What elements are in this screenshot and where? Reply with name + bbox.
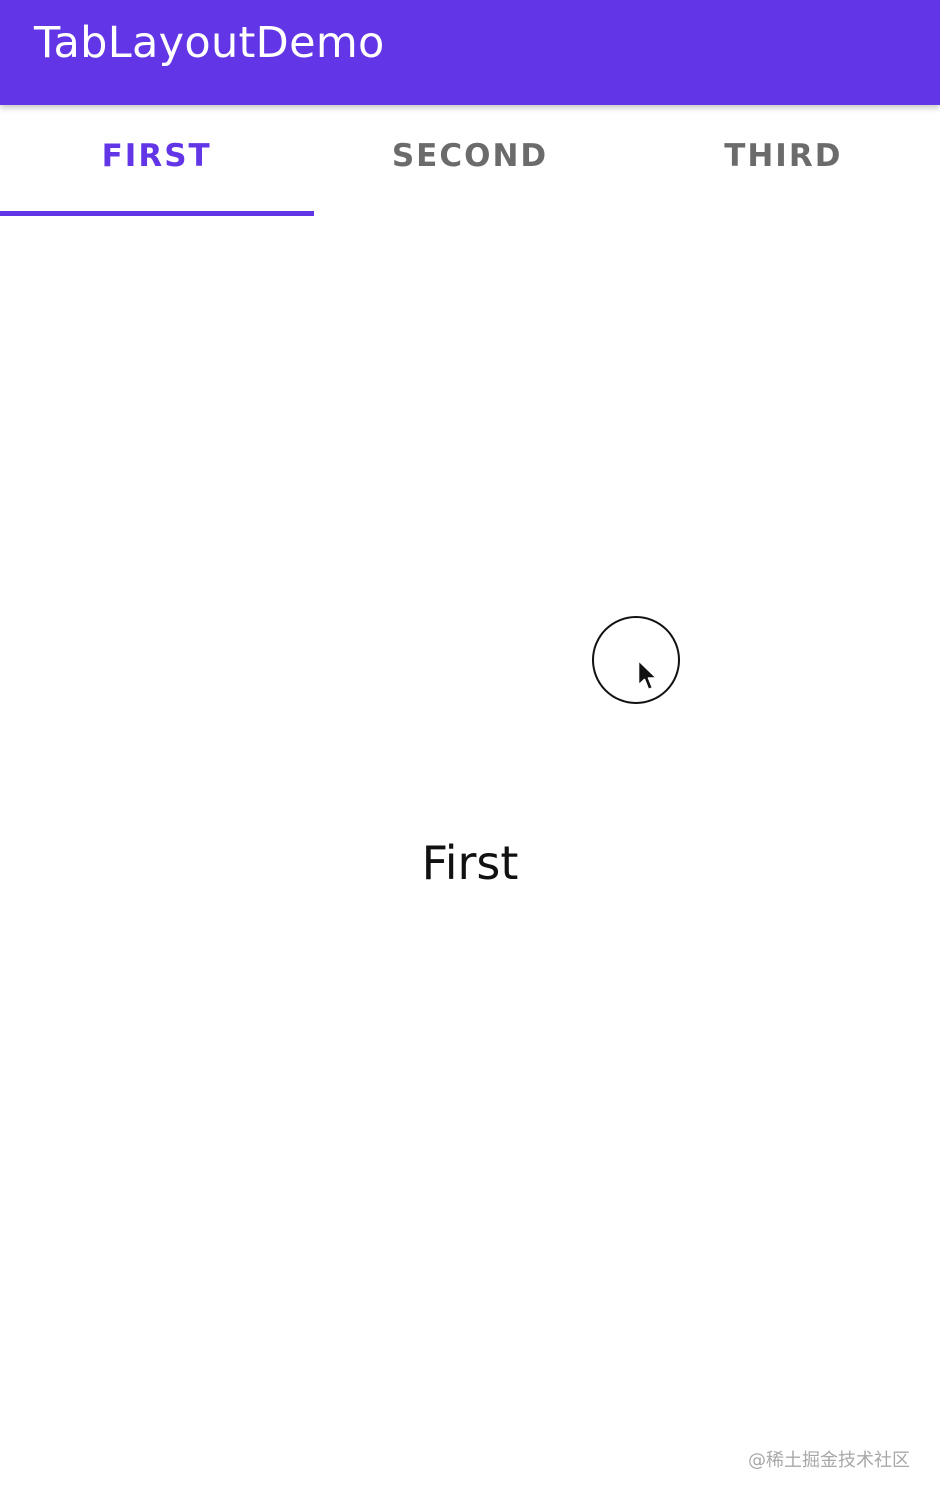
tab-first[interactable]: FIRST <box>0 105 314 217</box>
app-bar: TabLayoutDemo <box>0 0 940 105</box>
watermark-text: @稀土掘金技术社区 <box>748 1450 910 1471</box>
tab-second[interactable]: SECOND <box>313 105 626 217</box>
tab-first-label: FIRST <box>101 138 212 174</box>
tab-bar: FIRST SECOND THIRD <box>0 105 940 217</box>
touch-indicator-circle <box>592 616 680 704</box>
app-screen: TabLayoutDemo FIRST SECOND THIRD First @… <box>0 0 940 1500</box>
tab-third[interactable]: THIRD <box>627 105 940 217</box>
arrow-cursor-icon <box>637 659 658 691</box>
tab-content-page: First <box>0 217 940 1500</box>
tab-second-label: SECOND <box>391 138 549 174</box>
tab-selected-indicator <box>0 211 314 216</box>
tab-third-label: THIRD <box>724 138 843 174</box>
page-content-text: First <box>421 836 519 890</box>
app-title: TabLayoutDemo <box>34 18 385 68</box>
